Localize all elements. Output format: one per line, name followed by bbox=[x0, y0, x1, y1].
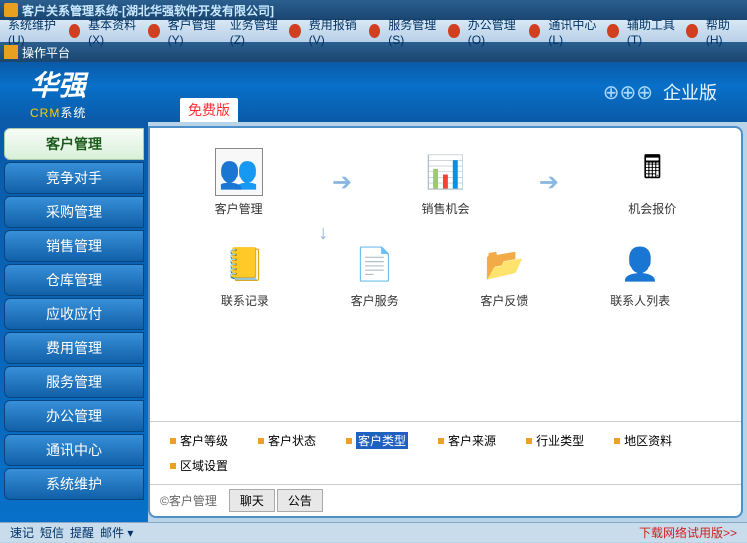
link-customer-status[interactable]: 客户状态 bbox=[258, 432, 316, 449]
document-icon: 📄 bbox=[351, 240, 399, 288]
people-icon: 👥 bbox=[215, 148, 263, 196]
wf-contact-list[interactable]: 👤 联系人列表 bbox=[610, 240, 670, 309]
menu-sep-icon bbox=[607, 24, 618, 38]
menu-sep-icon bbox=[289, 24, 300, 38]
bullet-icon bbox=[438, 438, 444, 444]
status-sms[interactable]: 短信 bbox=[40, 524, 64, 541]
download-link[interactable]: 下载网络试用版>> bbox=[639, 524, 737, 541]
menu-sep-icon bbox=[369, 24, 380, 38]
status-left: 速记 短信 提醒 邮件 ▾ bbox=[10, 524, 133, 541]
workflow-row-1: 👥 客户管理 ➔ 📊 销售机会 ➔ 🖩 机会报价 bbox=[180, 148, 711, 217]
arrow-right-icon: ➔ bbox=[539, 168, 559, 197]
sidebar-item-sales[interactable]: 销售管理 bbox=[4, 230, 144, 262]
sidebar-item-office[interactable]: 办公管理 bbox=[4, 400, 144, 432]
edition-label: 企业版 bbox=[663, 79, 717, 105]
sidebar-item-receivable[interactable]: 应收应付 bbox=[4, 298, 144, 330]
copyright-text: ©客户管理 bbox=[160, 492, 217, 509]
menu-sep-icon bbox=[686, 24, 697, 38]
tab-announce[interactable]: 公告 bbox=[277, 489, 323, 512]
wf-contact-record[interactable]: 📒 联系记录 bbox=[221, 240, 269, 309]
menu-tools[interactable]: 辅助工具(T) bbox=[623, 14, 683, 49]
link-zone-setting[interactable]: 区域设置 bbox=[170, 457, 228, 474]
bullet-icon bbox=[526, 438, 532, 444]
sidebar-item-system[interactable]: 系统维护 bbox=[4, 468, 144, 500]
header-right: ⊕⊕⊕ 企业版 bbox=[603, 79, 717, 105]
sidebar-item-purchase[interactable]: 采购管理 bbox=[4, 196, 144, 228]
workflow-row-2: 📒 联系记录 📄 客户服务 📂 客户反馈 👤 联系人列表 bbox=[180, 240, 711, 309]
link-customer-level[interactable]: 客户等级 bbox=[170, 432, 228, 449]
menu-sep-icon bbox=[448, 24, 459, 38]
bullet-icon bbox=[614, 438, 620, 444]
menu-customer[interactable]: 客户管理(Y) bbox=[164, 14, 224, 49]
link-industry-type[interactable]: 行业类型 bbox=[526, 432, 584, 449]
wf-customer-mgmt[interactable]: 👥 客户管理 bbox=[215, 148, 263, 217]
status-remind[interactable]: 提醒 bbox=[70, 524, 94, 541]
logo-subtitle: CRM系统 bbox=[30, 104, 86, 121]
header-band: 华强 CRM系统 免费版 ⊕⊕⊕ 企业版 bbox=[0, 62, 747, 122]
bullet-icon bbox=[258, 438, 264, 444]
links-row: 客户等级 客户状态 客户类型 客户来源 行业类型 地区资料 区域设置 bbox=[150, 421, 741, 484]
status-mail[interactable]: 邮件 ▾ bbox=[100, 524, 133, 541]
wf-quote[interactable]: 🖩 机会报价 bbox=[628, 148, 676, 217]
tabs-row: ©客户管理 聊天 公告 bbox=[150, 484, 741, 516]
menu-service[interactable]: 服务管理(S) bbox=[384, 14, 444, 49]
menubar: 系统维护(U) 基本资料(X) 客户管理(Y) 业务管理(Z) 费用报销(V) … bbox=[0, 20, 747, 42]
menu-expense[interactable]: 费用报销(V) bbox=[305, 14, 365, 49]
menu-comm[interactable]: 通讯中心(L) bbox=[544, 14, 603, 49]
wf-sales-opportunity[interactable]: 📊 销售机会 bbox=[421, 148, 469, 217]
workflow-area: 👥 客户管理 ➔ 📊 销售机会 ➔ 🖩 机会报价 ↓ bbox=[150, 128, 741, 421]
bullet-icon bbox=[346, 438, 352, 444]
sidebar-item-expense[interactable]: 费用管理 bbox=[4, 332, 144, 364]
subtitle-icon bbox=[4, 45, 18, 59]
chart-icon: 📊 bbox=[421, 148, 469, 196]
menu-business[interactable]: 业务管理(Z) bbox=[226, 14, 286, 49]
menu-basic[interactable]: 基本资料(X) bbox=[84, 14, 144, 49]
logo-area: 华强 CRM系统 bbox=[30, 64, 86, 121]
status-note[interactable]: 速记 bbox=[10, 524, 34, 541]
bullet-icon bbox=[170, 463, 176, 469]
notebook-icon: 📒 bbox=[221, 240, 269, 288]
content-panel: 👥 客户管理 ➔ 📊 销售机会 ➔ 🖩 机会报价 ↓ bbox=[148, 126, 743, 518]
statusbar: 速记 短信 提醒 邮件 ▾ 下载网络试用版>> bbox=[0, 522, 747, 542]
menu-help[interactable]: 帮助(H) bbox=[702, 14, 743, 49]
folder-icon: 📂 bbox=[480, 240, 528, 288]
menu-sep-icon bbox=[69, 24, 80, 38]
link-customer-type[interactable]: 客户类型 bbox=[346, 432, 408, 449]
tab-chat[interactable]: 聊天 bbox=[229, 489, 275, 512]
sidebar: 客户管理 竞争对手 采购管理 销售管理 仓库管理 应收应付 费用管理 服务管理 … bbox=[0, 122, 148, 522]
arrow-right-icon: ➔ bbox=[332, 168, 352, 197]
wf-customer-service[interactable]: 📄 客户服务 bbox=[351, 240, 399, 309]
sidebar-item-competitor[interactable]: 竞争对手 bbox=[4, 162, 144, 194]
sidebar-item-warehouse[interactable]: 仓库管理 bbox=[4, 264, 144, 296]
link-customer-source[interactable]: 客户来源 bbox=[438, 432, 496, 449]
subtitle-text: 操作平台 bbox=[22, 44, 70, 61]
sidebar-item-comm[interactable]: 通讯中心 bbox=[4, 434, 144, 466]
wf-feedback[interactable]: 📂 客户反馈 bbox=[480, 240, 528, 309]
menu-sep-icon bbox=[148, 24, 159, 38]
sidebar-item-service[interactable]: 服务管理 bbox=[4, 366, 144, 398]
calculator-icon: 🖩 bbox=[628, 148, 676, 196]
free-badge: 免费版 bbox=[180, 98, 238, 122]
sidebar-item-customer[interactable]: 客户管理 bbox=[4, 128, 144, 160]
globe-icon: ⊕⊕⊕ bbox=[603, 80, 653, 105]
link-region-data[interactable]: 地区资料 bbox=[614, 432, 672, 449]
main-area: 客户管理 竞争对手 采购管理 销售管理 仓库管理 应收应付 费用管理 服务管理 … bbox=[0, 122, 747, 522]
person-icon: 👤 bbox=[616, 240, 664, 288]
bullet-icon bbox=[170, 438, 176, 444]
menu-sep-icon bbox=[529, 24, 540, 38]
menu-office[interactable]: 办公管理(O) bbox=[464, 14, 525, 49]
logo-text: 华强 bbox=[30, 64, 86, 104]
